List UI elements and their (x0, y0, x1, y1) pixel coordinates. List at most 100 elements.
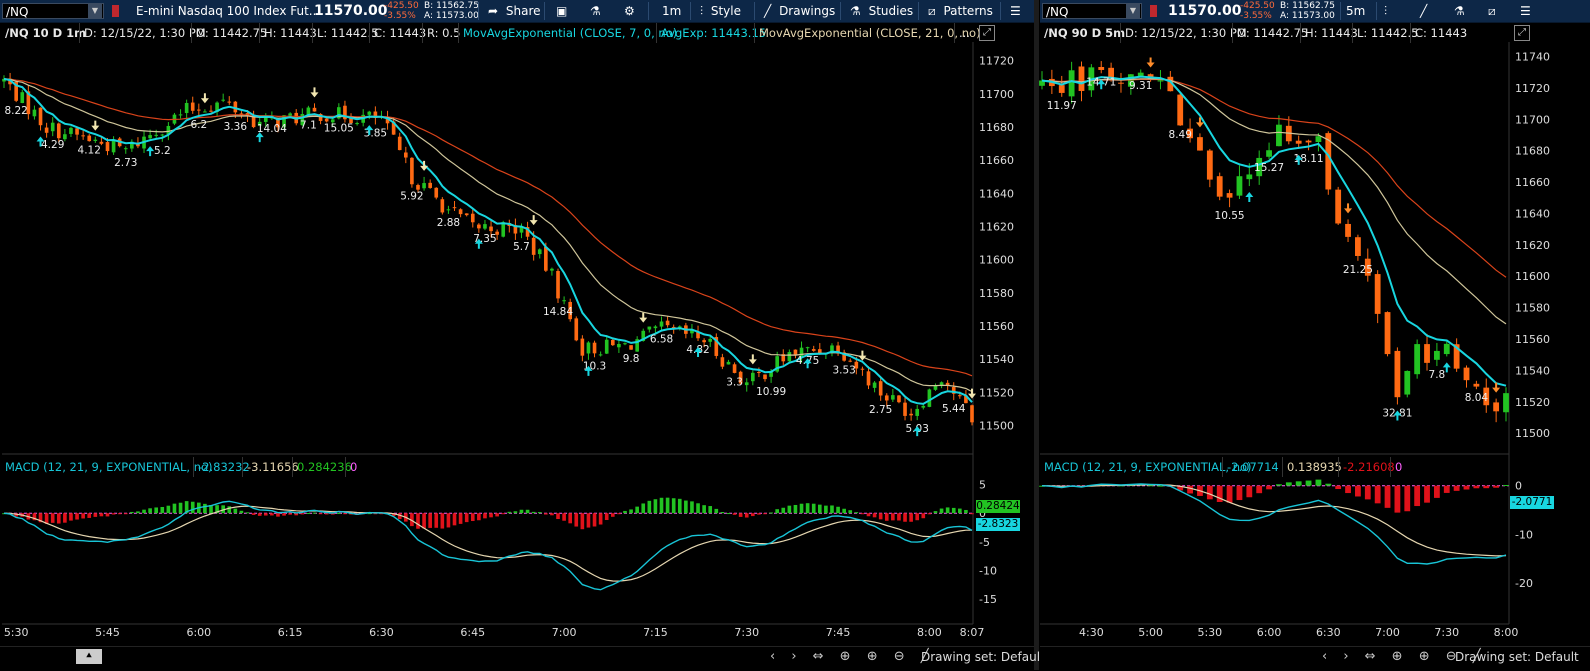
right-candle-body (1355, 237, 1361, 256)
left-macd-hist-bar (446, 513, 451, 528)
right-annotation-label: 11.97 (1047, 100, 1077, 112)
pane-divider[interactable] (1034, 0, 1039, 670)
left-macd-y-tick: -15 (979, 593, 997, 606)
right-candle-body (1039, 80, 1045, 86)
left-macd-diff: 0.284236 (292, 457, 352, 477)
left-candle-body (26, 91, 31, 115)
left-annotation-label: 2.73 (114, 157, 137, 169)
separator (648, 2, 649, 20)
right-macd-hist-bar (1483, 485, 1490, 489)
right-flask-icon[interactable]: ⚗ (1454, 0, 1465, 22)
charts-canvas[interactable]: 11720 11700 11680 11660 11640 11620 11600 11580… (0, 0, 1590, 670)
left-macd-hist-bar (714, 508, 719, 514)
symbol-dropdown-icon[interactable]: ▼ (88, 4, 102, 18)
right-timeframe-button[interactable]: 5m (1346, 0, 1365, 22)
right-macd-value: -2.07714 (1222, 457, 1279, 477)
timeframe-button[interactable]: 1m (662, 0, 681, 22)
left-price-y-tick: 11500 (979, 419, 1014, 432)
left-candle-body (757, 372, 761, 374)
left-macd-hist-bar (495, 513, 499, 517)
left-candle-body (836, 345, 840, 354)
left-candle-body (878, 381, 883, 396)
studies-button[interactable]: ⚗ Studies (850, 0, 913, 22)
right-candle-body (1433, 350, 1440, 360)
right-symbol-dropdown-icon[interactable]: ▼ (1126, 4, 1140, 18)
right-style-icon[interactable]: ⫶ (1384, 0, 1387, 22)
right-candle-body (1443, 343, 1450, 355)
screenshot-icon[interactable]: ▣ (556, 0, 567, 22)
left-macd-hist-bar (38, 513, 43, 523)
right-pencil-icon[interactable]: ╱ (1420, 0, 1427, 22)
left-candle-body (379, 116, 384, 118)
left-candle-body (428, 182, 432, 188)
left-candle-body (763, 374, 767, 380)
right-macd-hist-bar (1305, 480, 1312, 486)
right-drawing-set[interactable]: Drawing set: Default (1455, 650, 1579, 664)
gear-icon[interactable]: ⚙ (624, 0, 635, 22)
right-menu-icon[interactable]: ☰ (1520, 0, 1531, 22)
left-macd-hist-bar (799, 503, 804, 514)
left-x-tick: 6:30 (369, 626, 394, 639)
left-nav-icons[interactable]: ‹ › ⇔ ⊕ ⊕ ⊖ ╱ (770, 649, 935, 664)
right-price-y-tick: 11700 (1515, 113, 1550, 126)
left-macd-hist-bar (525, 509, 530, 514)
left-candle-body (775, 356, 779, 372)
style-button[interactable]: ⫶ Style (700, 0, 741, 22)
left-macd-hist-bar (720, 511, 725, 514)
right-annotation-label: 10.55 (1215, 210, 1245, 222)
left-candle-body (732, 364, 737, 373)
left-candle-body (184, 102, 189, 114)
left-annotation-label: 4.29 (41, 139, 64, 151)
left-annotation-label: 6.58 (650, 334, 673, 346)
right-macd-avg-line (1041, 484, 1507, 557)
left-macd-hist-bar (884, 513, 889, 521)
left-macd-hist-bar (501, 513, 506, 515)
left-expand-icon[interactable]: ⤢ (979, 25, 995, 41)
right-patterns-icon[interactable]: ⧄ (1488, 0, 1496, 22)
patterns-button[interactable]: ⧄ Patterns (928, 0, 993, 22)
menu-icon[interactable]: ☰ (1010, 0, 1021, 22)
left-candle-body (891, 395, 895, 400)
left-sell-arrow-icon (529, 215, 538, 226)
left-info-more[interactable]: ... (954, 23, 970, 43)
left-macd-hist-bar (142, 509, 146, 514)
style-icon: ⫶ (700, 4, 704, 18)
left-macd-hist-bar (312, 512, 317, 514)
left-macd-hist-bar (537, 512, 542, 514)
left-macd-hist-bar (63, 513, 67, 523)
right-link-color-icon[interactable] (1150, 5, 1157, 17)
right-macd-hist-bar (1384, 485, 1391, 508)
link-color-icon[interactable] (112, 5, 119, 17)
left-macd-hist-bar (458, 513, 463, 524)
left-drawing-set[interactable]: Drawing set: Default (921, 650, 1045, 664)
right-price-y-tick: 11600 (1515, 270, 1550, 283)
left-candle-body (592, 342, 597, 354)
left-candle-body (738, 371, 743, 384)
drawings-button[interactable]: ╱ Drawings (764, 0, 835, 22)
right-candle-body (1167, 76, 1174, 92)
right-macd-hist-bar (1503, 484, 1509, 486)
right-candle-body (1078, 66, 1085, 91)
left-macd-hist-bar (130, 511, 134, 514)
patterns-label: Patterns (943, 4, 993, 18)
left-macd-hist-bar (909, 513, 913, 522)
left-annotation-label: 14.84 (543, 306, 573, 318)
left-macd-info: MACD (12, 21, 9, EXPONENTIAL, no) -2.832… (0, 457, 400, 477)
left-macd-hist-bar (556, 513, 560, 520)
scroll-up-icon[interactable]: ⯅ (76, 649, 102, 664)
left-macd-y-tick: -10 (979, 564, 997, 577)
right-sell-arrow-icon (1146, 57, 1155, 68)
left-candle-body (270, 117, 274, 119)
left-macd-avg: -3.11656 (242, 457, 299, 477)
right-macd-hist-bar (1108, 484, 1115, 486)
right-buy-arrow-icon (1393, 410, 1402, 421)
right-expand-icon[interactable]: ⤢ (1514, 25, 1530, 41)
right-candle-body (1493, 402, 1500, 412)
left-candle-body (349, 118, 353, 123)
flask-icon[interactable]: ⚗ (590, 0, 601, 22)
separator (1376, 2, 1377, 20)
left-candle-body (933, 385, 938, 390)
left-macd-hist-bar (154, 507, 159, 514)
left-macd-hist-bar (257, 513, 262, 516)
share-button[interactable]: ➦ Share (488, 0, 541, 22)
